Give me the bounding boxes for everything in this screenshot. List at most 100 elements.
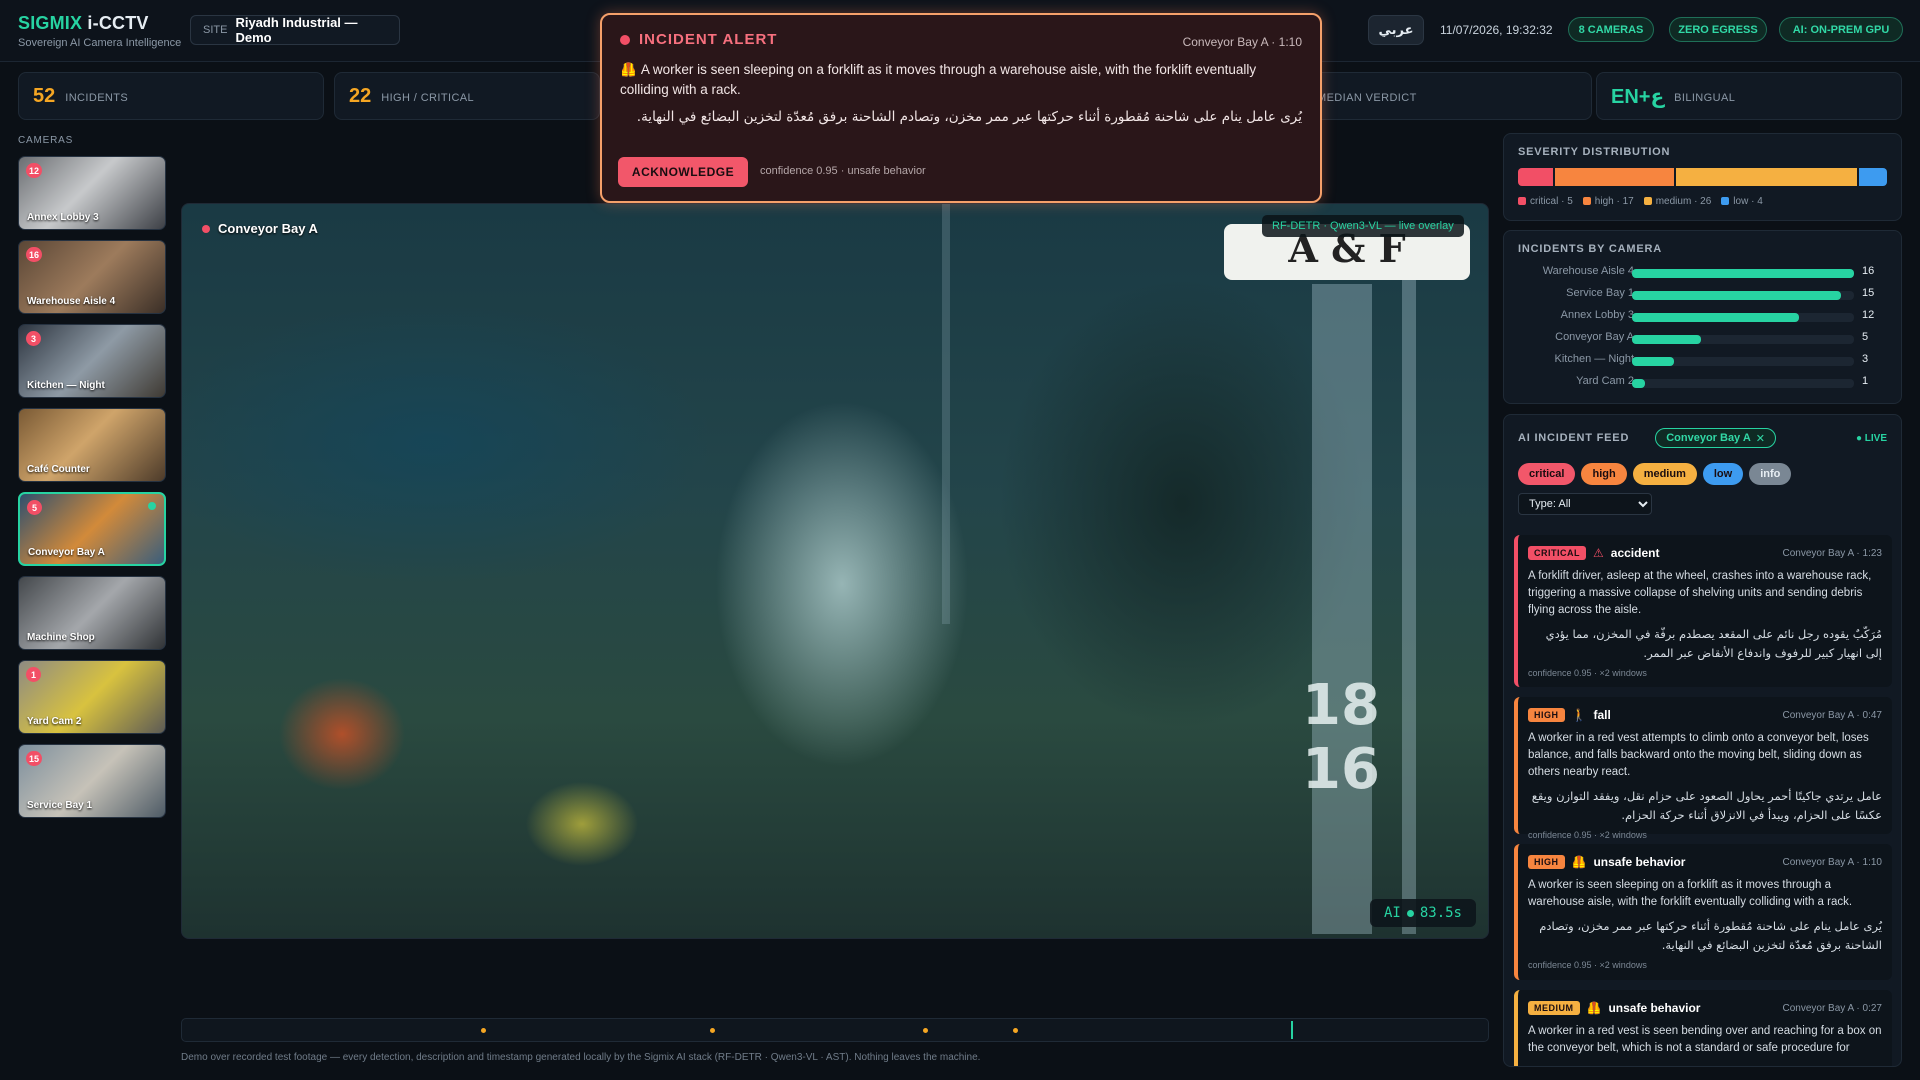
close-icon[interactable]: ✕ (1756, 432, 1765, 445)
incident-description-ar: مُرَكّبٌ يقوده رجل نائم على المقعد يصطدم… (1545, 627, 1882, 660)
video-timeline-scrubber[interactable] (181, 1018, 1489, 1042)
safety-vest-icon: 🦺 (1586, 1001, 1602, 1015)
incident-type: fall (1593, 708, 1611, 722)
ai-timer-label: AI (1383, 905, 1401, 921)
camera-tile-label: Annex Lobby 3 (27, 212, 99, 223)
severity-filter-chips: critical high medium low info (1514, 463, 1891, 485)
timeline-incident-marker[interactable] (710, 1028, 715, 1033)
by-camera-value: 16 (1862, 265, 1875, 277)
by-camera-bar (1632, 335, 1701, 344)
feed-filter-label: Conveyor Bay A (1666, 432, 1751, 444)
camera-tile-label: Café Counter (27, 464, 90, 475)
stat-bilingual-label: BILINGUAL (1674, 92, 1736, 104)
stat-high-critical: 22 HIGH / CRITICAL (334, 72, 600, 120)
camera-incident-count-badge: 15 (26, 751, 43, 766)
alert-text-ar: يُرى عامل ينام على شاحنة مُقطورة أثناء ح… (636, 109, 1302, 125)
video-camera-name: Conveyor Bay A (218, 221, 318, 236)
timeline-playhead[interactable] (1291, 1021, 1293, 1039)
language-toggle-button[interactable]: عربي (1368, 15, 1424, 45)
camera-incident-count-badge: 1 (26, 667, 41, 682)
person-falling-icon: 🚶 (1571, 708, 1587, 722)
scene-number-18: 18 (1302, 673, 1380, 738)
camera-tile[interactable]: 5 Conveyor Bay A (18, 492, 166, 566)
alert-title: INCIDENT ALERT (639, 31, 778, 48)
scene-rack-numbers: 18 16 (1302, 674, 1380, 802)
camera-tile[interactable]: 1 Yard Cam 2 (18, 660, 166, 734)
severity-chip-critical[interactable]: critical (1518, 463, 1576, 485)
camera-tile[interactable]: 15 Service Bay 1 (18, 744, 166, 818)
camera-tile[interactable]: Café Counter (18, 408, 166, 482)
severity-chip-info[interactable]: info (1749, 463, 1792, 485)
camera-tile[interactable]: 12 Annex Lobby 3 (18, 156, 166, 230)
by-camera-name: Annex Lobby 3 (1560, 309, 1634, 321)
camera-tile[interactable]: 3 Kitchen — Night (18, 324, 166, 398)
severity-legend-item: high · 17 (1582, 196, 1634, 207)
brand-tagline: Sovereign AI Camera Intelligence (18, 37, 182, 49)
by-camera-bar-track (1632, 379, 1854, 388)
camera-tile-label: Warehouse Aisle 4 (27, 296, 116, 307)
timeline-incident-marker[interactable] (481, 1028, 486, 1033)
alert-text-en-body: A worker is seen sleeping on a forklift … (620, 62, 1257, 97)
feed-title: AI INCIDENT FEED (1518, 432, 1630, 444)
brand-accent: SIGMIX (18, 13, 83, 33)
by-camera-bar-track (1632, 357, 1854, 366)
stat-incidents-value: 52 (33, 84, 56, 107)
severity-chip-medium[interactable]: medium (1632, 463, 1697, 485)
by-camera-title: INCIDENTS BY CAMERA (1518, 243, 1662, 255)
camera-tile-label: Service Bay 1 (27, 800, 93, 811)
brand: SIGMIX i-CCTV Sovereign AI Camera Intell… (18, 13, 181, 49)
severity-chip-low[interactable]: low (1702, 463, 1744, 485)
incident-type: unsafe behavior (1608, 1001, 1701, 1015)
safety-vest-icon: 🦺 (1571, 855, 1587, 869)
incident-card[interactable]: HIGH 🦺 unsafe behavior Conveyor Bay A · 1:1… (1514, 844, 1892, 980)
legend-swatch-icon (1643, 197, 1652, 205)
type-filter-select[interactable]: Type: All (1518, 493, 1652, 515)
by-camera-row: Service Bay 1 15 (1504, 287, 1903, 305)
camera-tile-label: Conveyor Bay A (28, 547, 105, 558)
incident-description-en: A forklift driver, asleep at the wheel, … (1528, 570, 1872, 616)
severity-segment-high (1554, 168, 1674, 186)
incident-meta: confidence 0.95 · ×2 windows (1528, 960, 1647, 970)
ai-timer: AI 83.5s (1370, 899, 1476, 927)
ai-timer-value: 83.5s (1419, 905, 1462, 921)
by-camera-row: Warehouse Aisle 4 16 (1504, 265, 1903, 283)
demo-footnote: Demo over recorded test footage — every … (181, 1052, 981, 1063)
by-camera-name: Conveyor Bay A (1555, 331, 1634, 343)
camera-incident-count-badge: 12 (26, 163, 43, 178)
ai-incident-feed-panel: AI INCIDENT FEED Conveyor Bay A ✕ ● LIVE… (1503, 414, 1902, 1067)
severity-distribution-panel: SEVERITY DISTRIBUTION critical · 5 high ·… (1503, 133, 1902, 221)
cameras-count-badge: 8 CAMERAS (1568, 17, 1654, 42)
severity-chip-high[interactable]: high (1581, 463, 1627, 485)
site-selector[interactable]: SITE Riyadh Industrial — Demo (190, 15, 400, 45)
camera-tile[interactable]: 16 Warehouse Aisle 4 (18, 240, 166, 314)
incidents-by-camera-panel: INCIDENTS BY CAMERA Warehouse Aisle 4 16 S… (1503, 230, 1902, 404)
severity-legend-label: low · 4 (1733, 196, 1763, 207)
incident-card[interactable]: HIGH 🚶 fall Conveyor Bay A · 0:47 A worker i… (1514, 697, 1892, 840)
incident-card[interactable]: MEDIUM 🦺 unsafe behavior Conveyor Bay A · 0… (1514, 990, 1892, 1066)
by-camera-name: Yard Cam 2 (1576, 375, 1634, 387)
legend-swatch-icon (1518, 197, 1526, 205)
by-camera-bar (1632, 269, 1854, 278)
feed-live-indicator: ● LIVE (1855, 432, 1887, 444)
incident-severity-badge: MEDIUM (1528, 1001, 1580, 1015)
ai-status-dot-icon (1406, 909, 1414, 917)
camera-tile[interactable]: Machine Shop (18, 576, 166, 650)
timeline-incident-marker[interactable] (923, 1028, 928, 1033)
stat-median-label: MEDIAN VERDICT (1317, 92, 1417, 104)
severity-bar (1518, 168, 1887, 186)
feed-camera-filter[interactable]: Conveyor Bay A ✕ (1655, 428, 1776, 448)
acknowledge-button[interactable]: ACKNOWLEDGE (618, 157, 748, 187)
main-video-feed[interactable]: 18 16 A & F RF-DETR · Qwen3-VL — live ov… (181, 203, 1489, 939)
incident-card[interactable]: CRITICAL ⚠ accident Conveyor Bay A · 1:23 A … (1514, 535, 1892, 687)
stat-high-critical-label: HIGH / CRITICAL (381, 92, 475, 104)
by-camera-bar (1632, 291, 1841, 300)
camera-tile-label: Yard Cam 2 (27, 716, 82, 727)
by-camera-bar-track (1632, 313, 1854, 322)
severity-legend-item: critical · 5 (1518, 196, 1573, 207)
stat-high-critical-value: 22 (349, 84, 372, 107)
by-camera-value: 1 (1862, 375, 1869, 387)
incident-description-ar: عامل يرتدي جاكيتًا أحمر يحاول الصعود على… (1531, 789, 1882, 822)
incident-type: accident (1610, 546, 1660, 560)
timeline-incident-marker[interactable] (1013, 1028, 1018, 1033)
warning-icon: ⚠ (1593, 546, 1604, 560)
